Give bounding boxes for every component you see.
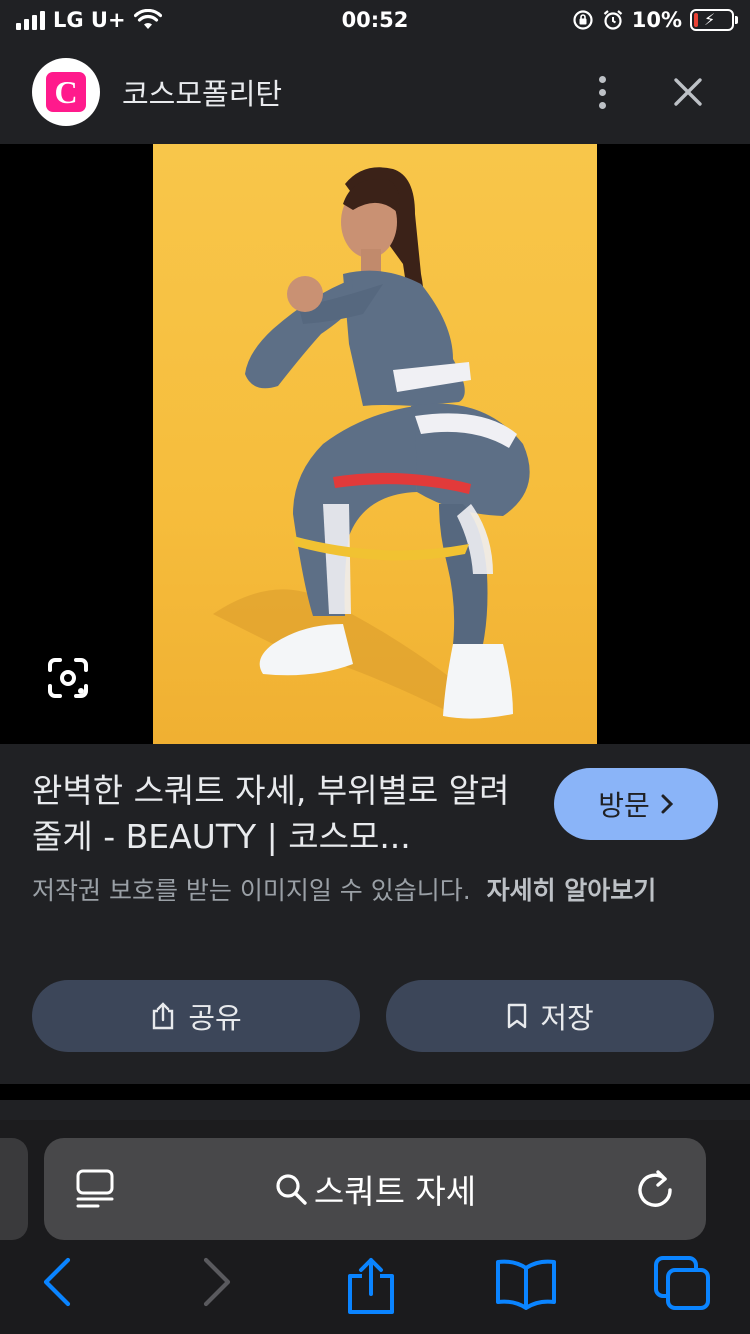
share-icon <box>153 1002 174 1030</box>
learn-more-link[interactable]: 자세히 알아보기 <box>487 876 657 905</box>
image-preview-area <box>0 144 750 744</box>
reload-icon[interactable] <box>632 1166 678 1212</box>
orientation-lock-icon <box>573 10 593 30</box>
result-title[interactable]: 완벽한 스쿼트 자세, 부위별로 알려줄게 - BEAUTY | 코스모... <box>32 768 532 860</box>
close-icon <box>674 78 702 106</box>
safari-toolbar: 스쿼트 자세 <box>0 1120 750 1334</box>
previous-tab-edge[interactable] <box>0 1138 28 1240</box>
battery-percent: 10% <box>631 8 682 32</box>
share-sheet-icon[interactable] <box>344 1256 398 1316</box>
forward-icon[interactable] <box>200 1256 234 1308</box>
copyright-notice: 저작권 보호를 받는 이미지일 수 있습니다. 자세히 알아보기 <box>32 872 722 910</box>
result-image[interactable] <box>153 144 597 744</box>
visit-button[interactable]: 방문 <box>554 768 718 840</box>
search-query: 스쿼트 자세 <box>313 1172 477 1211</box>
bookmark-icon <box>508 1003 527 1029</box>
share-button-label: 공유 <box>188 1001 242 1035</box>
viewer-header: C 코스모폴리탄 <box>0 40 750 144</box>
bookmarks-icon[interactable] <box>494 1256 558 1310</box>
more-options-button[interactable] <box>582 62 622 122</box>
battery-icon: ⚡ <box>690 9 738 31</box>
save-button[interactable]: 저장 <box>386 980 714 1052</box>
site-name[interactable]: 코스모폴리탄 <box>122 71 282 113</box>
google-lens-icon[interactable] <box>46 656 90 700</box>
chevron-right-icon <box>661 794 673 814</box>
close-button[interactable] <box>658 62 718 122</box>
back-icon[interactable] <box>40 1256 74 1308</box>
carrier-label: LG U+ <box>53 8 126 32</box>
save-button-label: 저장 <box>540 1001 594 1035</box>
status-bar: LG U+ 00:52 10% ⚡ <box>0 0 750 40</box>
copyright-text: 저작권 보호를 받는 이미지일 수 있습니다. <box>32 876 471 905</box>
wifi-icon <box>133 9 162 29</box>
share-button[interactable]: 공유 <box>32 980 360 1052</box>
search-icon <box>276 1174 307 1205</box>
site-logo[interactable]: C <box>32 58 100 126</box>
address-bar[interactable]: 스쿼트 자세 <box>44 1138 706 1240</box>
cellular-signal-icon <box>16 10 45 30</box>
section-divider <box>0 1084 750 1100</box>
result-info-panel: 완벽한 스쿼트 자세, 부위별로 알려줄게 - BEAUTY | 코스모... … <box>0 744 750 1084</box>
page-menu-icon[interactable] <box>74 1168 116 1210</box>
tabs-icon[interactable] <box>654 1256 712 1310</box>
site-logo-letter: C <box>46 72 86 112</box>
squat-photo-illustration <box>213 167 530 719</box>
alarm-icon <box>603 10 622 30</box>
visit-button-label: 방문 <box>598 789 650 822</box>
bottom-navigation <box>0 1256 750 1316</box>
more-vert-icon <box>598 75 606 83</box>
